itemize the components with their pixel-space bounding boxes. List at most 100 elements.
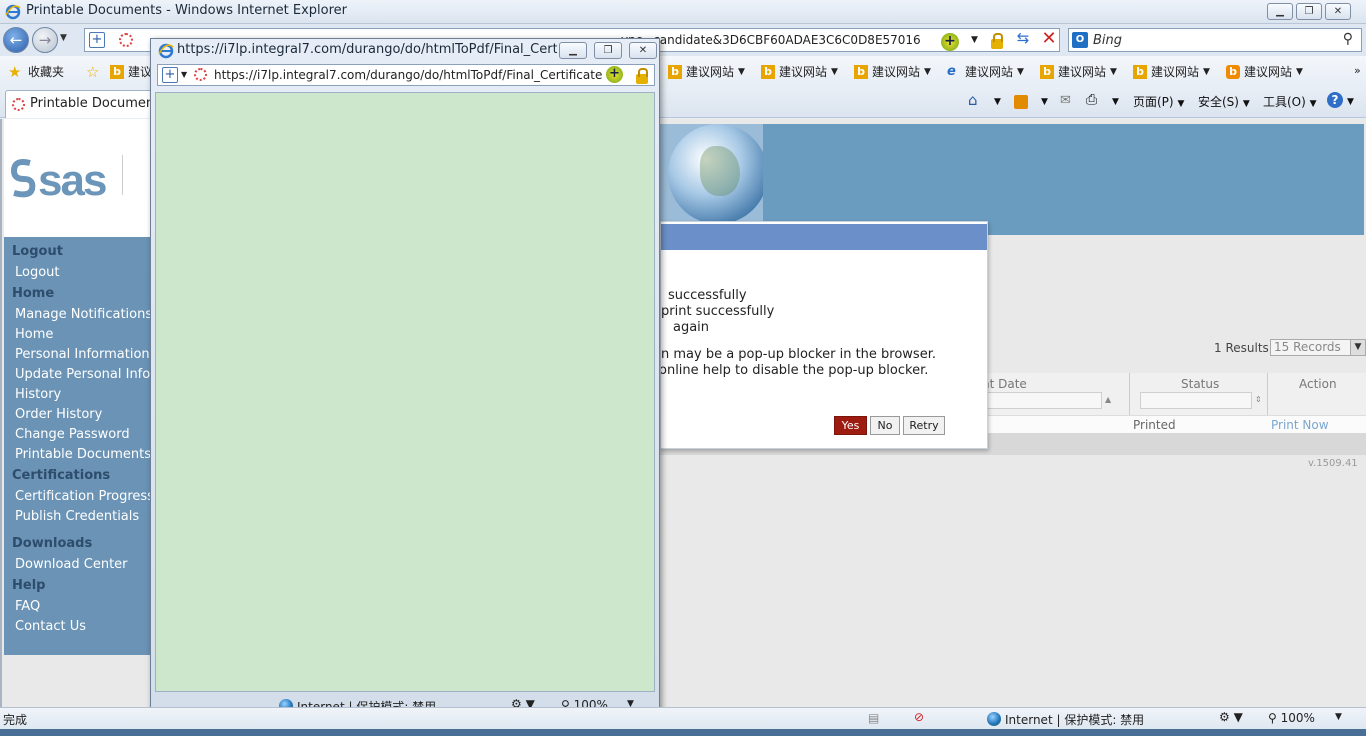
chevron-down-icon: ▼ xyxy=(1309,99,1317,109)
window-controls: ▁ ❐ ✕ xyxy=(1267,3,1351,20)
status-filter-select[interactable] xyxy=(1140,392,1252,409)
safety-menu-label: 安全(S) xyxy=(1198,95,1239,109)
dialog-message-line: again xyxy=(673,320,710,335)
sidebar-item-publish-credentials[interactable]: Publish Credentials xyxy=(4,507,152,527)
fav-item-7[interactable]: b 建议网站 ▼ xyxy=(1226,63,1303,80)
safety-menu[interactable]: 安全(S) ▼ xyxy=(1198,93,1250,110)
forward-button[interactable]: → xyxy=(32,27,58,53)
sort-icon[interactable]: ▲ xyxy=(1105,395,1111,404)
bing-b-icon: b xyxy=(1040,64,1054,79)
sidebar-item-history[interactable]: History xyxy=(4,385,152,405)
chevron-down-icon[interactable]: ▼ xyxy=(1041,97,1048,107)
refresh-icon[interactable]: ⇆ xyxy=(1012,29,1034,51)
fav-item-4[interactable]: e 建议网站 ▼ xyxy=(947,63,1024,80)
sidebar-item-change-password[interactable]: Change Password xyxy=(4,425,152,445)
bing-icon: O xyxy=(1072,32,1088,48)
search-icon[interactable]: ⚲ xyxy=(1343,31,1353,47)
tab-printable-documents[interactable]: Printable Documents xyxy=(5,90,166,118)
loading-icon xyxy=(12,98,25,111)
compatibility-view-icon[interactable]: + xyxy=(89,32,105,48)
help-icon[interactable]: ? xyxy=(1327,92,1343,108)
sidebar-item-logout[interactable]: Logout xyxy=(4,263,152,283)
compatibility-view-icon[interactable]: + xyxy=(162,67,178,83)
date-filter-input[interactable] xyxy=(982,392,1102,409)
blocked-icon[interactable]: ⊘ xyxy=(914,710,924,724)
fav-item-5[interactable]: b 建议网站 ▼ xyxy=(1040,63,1117,80)
favorites-button[interactable]: 收藏夹 xyxy=(28,63,64,80)
chevron-down-icon[interactable]: ▼ xyxy=(181,70,187,79)
sidebar-item-personal-information[interactable]: Personal Information xyxy=(4,345,152,365)
popup-minimize-button[interactable]: ▁ xyxy=(559,42,587,59)
column-header-status[interactable]: Status xyxy=(1181,377,1219,391)
sidebar-item-certification-progress[interactable]: Certification Progress xyxy=(4,487,152,507)
recent-pages-dropdown[interactable]: ▼ xyxy=(60,33,67,43)
rss-feed-icon[interactable] xyxy=(1014,95,1028,109)
sidebar-item-contact-us[interactable]: Contact Us xyxy=(4,617,152,637)
print-icon[interactable]: ⎙ xyxy=(1086,92,1097,108)
popup-document-area xyxy=(155,92,655,692)
search-input[interactable]: O Bing ⚲ xyxy=(1068,28,1362,52)
chevron-down-icon[interactable]: ▼ xyxy=(1112,97,1119,107)
tools-menu[interactable]: 工具(O) ▼ xyxy=(1263,93,1317,110)
fav-item-3[interactable]: b 建议网站 ▼ xyxy=(854,63,931,80)
header-banner xyxy=(660,124,1364,235)
yes-button[interactable]: Yes xyxy=(834,416,867,435)
protected-mode-icon[interactable]: ⚙ ▼ xyxy=(1219,710,1243,724)
logo-divider xyxy=(122,155,123,195)
print-now-link[interactable]: Print Now xyxy=(1271,418,1329,432)
zoom-control[interactable]: ⚲ 100% xyxy=(1268,711,1315,725)
sidebar-item-home[interactable]: Home xyxy=(4,325,152,345)
go-icon[interactable]: + xyxy=(941,33,959,51)
close-button[interactable]: ✕ xyxy=(1325,3,1351,20)
favorites-star-icon[interactable]: ★ xyxy=(8,63,21,81)
chevron-down-icon: ▼ xyxy=(1203,66,1210,77)
fav-item-6[interactable]: b 建议网站 ▼ xyxy=(1133,63,1210,80)
sas-swoosh-icon xyxy=(10,159,36,198)
lock-icon[interactable] xyxy=(991,33,1003,49)
fav-item-1[interactable]: b 建议网站 ▼ xyxy=(668,63,745,80)
retry-button[interactable]: Retry xyxy=(903,416,945,435)
lock-icon[interactable] xyxy=(636,68,648,84)
sidebar-item-order-history[interactable]: Order History xyxy=(4,405,152,425)
page-icon: ▤ xyxy=(868,711,880,725)
sidebar-item-update-personal-info[interactable]: Update Personal Info xyxy=(4,365,152,385)
chevron-down-icon[interactable]: ▼ xyxy=(1350,340,1365,355)
chevron-down-icon[interactable]: ▼ xyxy=(1347,97,1354,107)
sidebar-item-download-center[interactable]: Download Center xyxy=(4,555,152,575)
restore-button[interactable]: ❐ xyxy=(1296,3,1322,20)
chevron-down-icon: ▼ xyxy=(1017,66,1024,77)
popup-restore-button[interactable]: ❐ xyxy=(594,42,622,59)
popup-close-button[interactable]: ✕ xyxy=(629,42,657,59)
back-button[interactable]: ← xyxy=(3,27,29,53)
security-zone[interactable]: Internet | 保护模式: 禁用 xyxy=(987,711,1144,728)
records-select-value: 15 Records xyxy=(1274,340,1341,354)
add-favorite-icon[interactable]: ☆ xyxy=(86,63,99,81)
page-menu-label: 页面(P) xyxy=(1133,95,1174,109)
sidebar-item-printable-documents[interactable]: Printable Documents xyxy=(4,445,152,465)
fav-label: 建议网站 xyxy=(779,65,828,79)
page-menu[interactable]: 页面(P) ▼ xyxy=(1133,93,1184,110)
row-status: Printed xyxy=(1133,418,1176,432)
stop-icon[interactable]: ✕ xyxy=(1038,28,1060,50)
go-icon[interactable]: + xyxy=(606,66,623,83)
url-dropdown-icon[interactable]: ▼ xyxy=(971,35,978,45)
home-icon[interactable]: ⌂ xyxy=(968,91,978,109)
results-count: 1 Results xyxy=(1214,341,1269,355)
popup-url-field[interactable]: + ▼ https://i7lp.integral7.com/durango/d… xyxy=(157,64,655,86)
sidebar-item-manage-notifications[interactable]: Manage Notifications xyxy=(4,305,152,325)
no-button[interactable]: No xyxy=(870,416,900,435)
fav-label: 建议网站 xyxy=(1151,65,1200,79)
search-placeholder: Bing xyxy=(1093,33,1123,48)
minimize-button[interactable]: ▁ xyxy=(1267,3,1293,20)
dialog-message-line: online help to disable the pop-up blocke… xyxy=(660,363,929,378)
dialog-titlebar xyxy=(661,224,987,250)
more-favorites-icon[interactable]: » xyxy=(1354,64,1361,77)
sidebar-item-faq[interactable]: FAQ xyxy=(4,597,152,617)
chevron-down-icon[interactable]: ▼ xyxy=(1335,712,1342,722)
select-arrows-icon[interactable]: ⇕ xyxy=(1255,395,1262,404)
column-header-date[interactable]: nt Date xyxy=(982,377,1027,391)
records-per-page-select[interactable]: 15 Records ▼ xyxy=(1270,339,1366,356)
fav-item-2[interactable]: b 建议网站 ▼ xyxy=(761,63,838,80)
chevron-down-icon[interactable]: ▼ xyxy=(994,97,1001,107)
read-mail-icon[interactable]: ✉ xyxy=(1060,93,1071,108)
